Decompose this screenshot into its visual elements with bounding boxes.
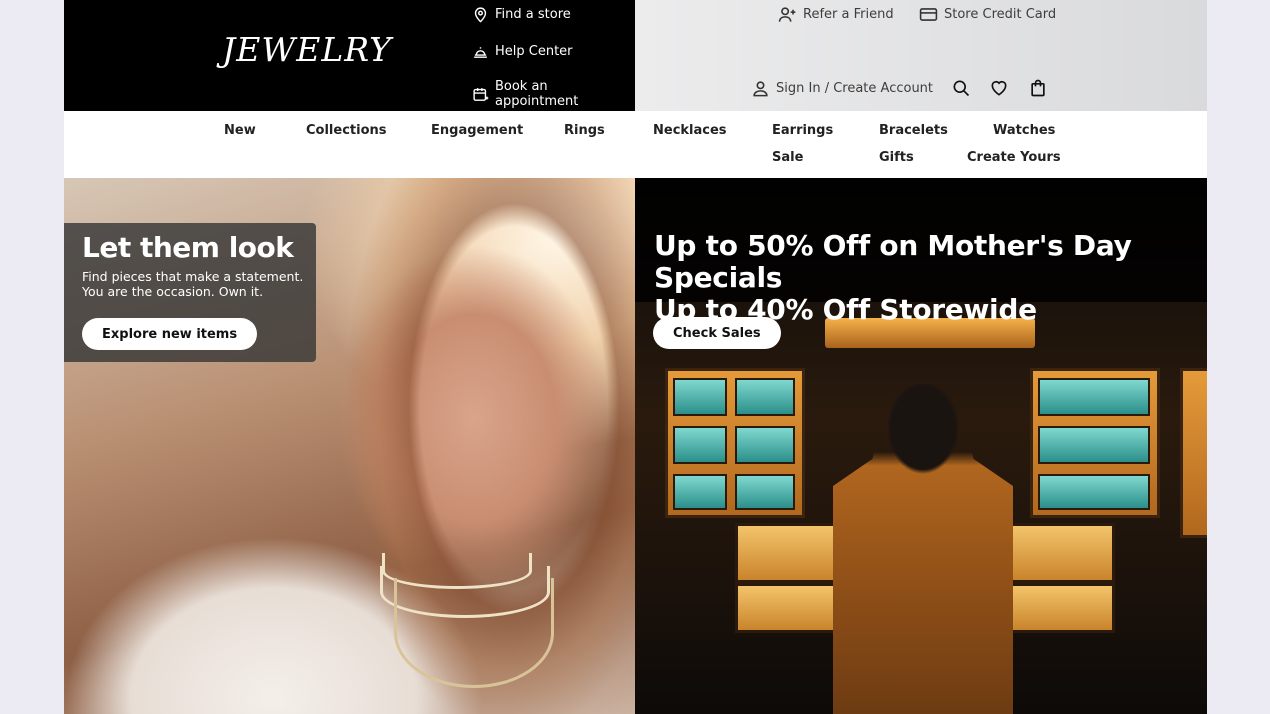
page: JEWELRY Find a store Help Center Book an…: [64, 0, 1207, 714]
refer-friend-link[interactable]: Refer a Friend: [778, 5, 894, 24]
display-cabinet-edge: [1180, 368, 1207, 538]
nav-item-gifts[interactable]: Gifts: [879, 150, 914, 165]
book-appointment-link[interactable]: Book an appointment: [472, 79, 635, 109]
store-credit-link[interactable]: Store Credit Card: [919, 5, 1056, 24]
bell-icon: [474, 47, 487, 58]
heart-icon[interactable]: [989, 78, 1009, 98]
add-user-icon: [778, 7, 796, 22]
logo[interactable]: JEWELRY: [222, 30, 392, 69]
calendar-icon: [473, 87, 489, 101]
shelf: [673, 474, 727, 510]
necklace-chain: [394, 578, 554, 688]
hero-right-title-line1: Up to 50% Off on Mother's Day Specials: [654, 229, 1132, 294]
shelf: [1038, 474, 1150, 510]
store-credit-label: Store Credit Card: [944, 7, 1057, 22]
explore-new-items-button[interactable]: Explore new items: [82, 318, 258, 350]
find-store-label: Find a store: [495, 7, 571, 22]
nav-item-new[interactable]: New: [224, 123, 256, 138]
shopping-bag-icon[interactable]: [1028, 78, 1048, 98]
shelf: [673, 378, 727, 416]
credit-card-icon: [919, 8, 938, 21]
header-right: Refer a Friend Store Credit Card Sign In…: [635, 0, 1207, 111]
nav-item-necklaces[interactable]: Necklaces: [653, 123, 727, 138]
shelf: [735, 378, 795, 416]
check-sales-button[interactable]: Check Sales: [653, 317, 781, 349]
nav-item-sale[interactable]: Sale: [772, 150, 803, 165]
user-icon: [753, 81, 768, 97]
nav-item-bracelets[interactable]: Bracelets: [879, 123, 948, 138]
hero-right-image: Up to 50% Off on Mother's Day Specials U…: [635, 178, 1207, 714]
nav-item-watches[interactable]: Watches: [993, 123, 1055, 138]
refer-friend-label: Refer a Friend: [803, 7, 894, 22]
sign-in-label: Sign In / Create Account: [776, 81, 934, 96]
find-store-link[interactable]: Find a store: [472, 6, 571, 23]
header-left: JEWELRY Find a store Help Center Book an…: [64, 0, 635, 111]
nav-item-rings[interactable]: Rings: [564, 123, 605, 138]
shelf: [735, 474, 795, 510]
shelf: [1038, 378, 1150, 416]
hero-left-image: Let them look Find pieces that make a st…: [64, 178, 635, 714]
book-appointment-label: Book an appointment: [494, 79, 579, 109]
hero-right-title: Up to 50% Off on Mother's Day Specials U…: [654, 230, 1207, 326]
shelf: [735, 426, 795, 464]
hero-left-title: Let them look: [82, 231, 294, 264]
shopper-figure: [833, 384, 1013, 714]
search-icon[interactable]: [951, 78, 971, 98]
nav-item-create-yours[interactable]: Create Yours: [967, 150, 1061, 165]
sign-in-link[interactable]: Sign In / Create Account: [751, 79, 933, 98]
nav-item-engagement[interactable]: Engagement: [431, 123, 523, 138]
nav-item-earrings[interactable]: Earrings: [772, 123, 833, 138]
hero-left-subtitle: Find pieces that make a statement. You a…: [82, 269, 304, 299]
nav-item-collections[interactable]: Collections: [306, 123, 387, 138]
shelf: [673, 426, 727, 464]
map-pin-icon: [474, 7, 487, 23]
help-center-link[interactable]: Help Center: [472, 43, 573, 60]
help-center-label: Help Center: [495, 44, 573, 59]
hero-left-promo: Let them look Find pieces that make a st…: [64, 223, 316, 362]
main-nav: New Collections Engagement Rings Necklac…: [64, 111, 1207, 178]
shelf: [1038, 426, 1150, 464]
